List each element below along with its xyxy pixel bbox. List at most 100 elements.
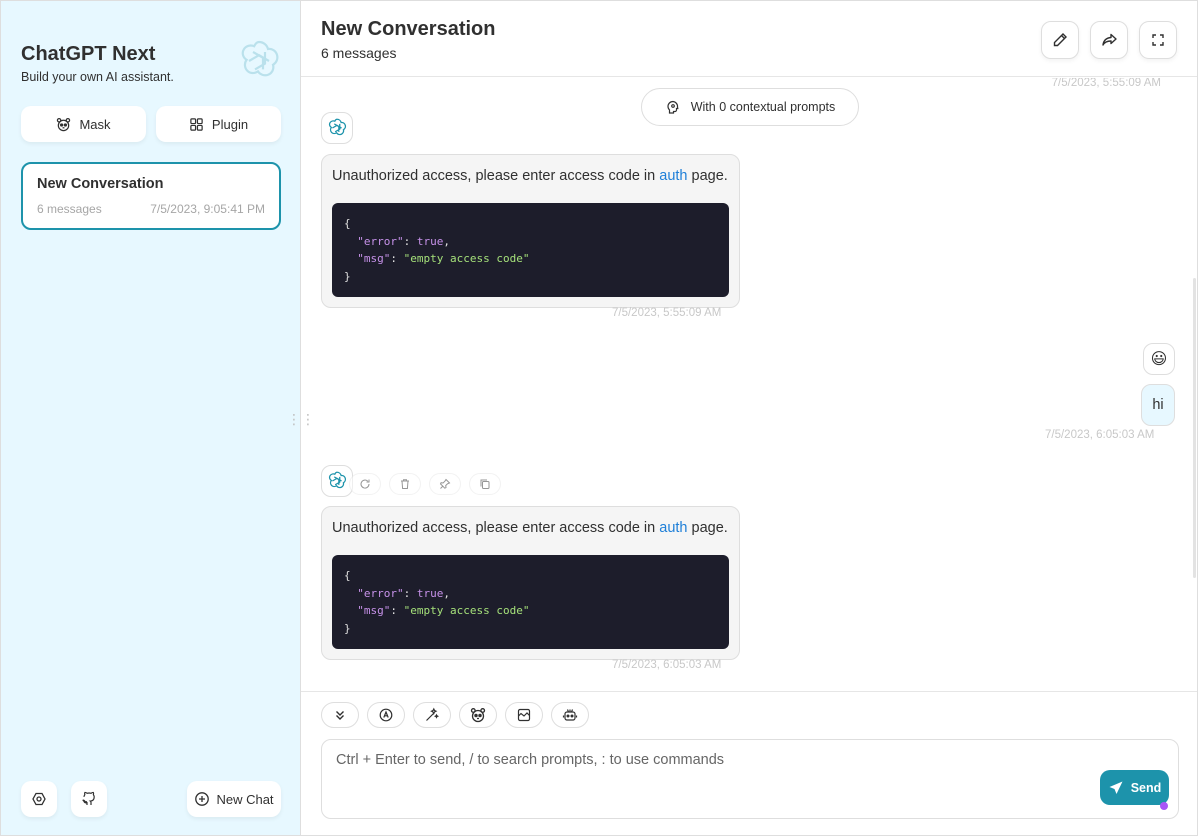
message-count: 6 messages bbox=[321, 45, 397, 61]
pin-button[interactable] bbox=[429, 473, 461, 495]
sidebar-subtitle: Build your own AI assistant. bbox=[21, 70, 174, 84]
context-prompts-button[interactable]: With 0 contextual prompts bbox=[641, 88, 859, 126]
message-text: Unauthorized access, please enter access… bbox=[332, 165, 729, 187]
message-text: hi bbox=[1152, 397, 1164, 413]
message-date: 7/5/2023, 5:55:09 AM bbox=[1051, 78, 1161, 89]
send-icon bbox=[1109, 781, 1123, 794]
code-line: "error": true, bbox=[357, 586, 450, 600]
mask-button-label: Mask bbox=[79, 116, 111, 132]
message-text: Unauthorized access, please enter access… bbox=[332, 517, 729, 539]
page-title[interactable]: New Conversation bbox=[321, 18, 495, 41]
brain-icon bbox=[667, 100, 679, 114]
copy-button[interactable] bbox=[469, 473, 501, 495]
model-button[interactable] bbox=[551, 702, 589, 728]
code-key: "error" bbox=[357, 234, 404, 248]
scroll-bottom-button[interactable] bbox=[321, 702, 359, 728]
code-value: "empty access code" bbox=[403, 252, 530, 265]
delete-icon bbox=[401, 479, 409, 489]
code-line: { bbox=[344, 569, 351, 582]
message-text-start: Unauthorized access, please enter access… bbox=[332, 520, 660, 536]
assistant-message: Unauthorized access, please enter access… bbox=[321, 154, 740, 308]
clear-context-button[interactable] bbox=[505, 702, 543, 728]
prompt-icon bbox=[426, 707, 440, 721]
sidebar: ChatGPT Next Build your own AI assistant… bbox=[1, 1, 315, 835]
copy-icon bbox=[480, 479, 490, 489]
chat-header: New Conversation 6 messages bbox=[301, 1, 1197, 77]
message-list[interactable]: 7/5/2023, 5:55:09 AM With 0 contextual p… bbox=[301, 78, 1197, 690]
code-key: "msg" bbox=[357, 252, 391, 265]
message-text-end: page. bbox=[687, 520, 728, 536]
edit-button[interactable] bbox=[1041, 21, 1079, 59]
header-actions bbox=[1041, 21, 1177, 59]
chat-list-item[interactable]: New Conversation 6 messages 7/5/2023, 9:… bbox=[21, 162, 281, 230]
share-button[interactable] bbox=[1090, 21, 1128, 59]
sidebar-resize-handle[interactable]: ⋮⋮ bbox=[287, 411, 315, 427]
sidebar-footer: New Chat bbox=[21, 781, 281, 817]
code-line: { bbox=[344, 217, 351, 230]
break-icon bbox=[517, 708, 531, 722]
auth-link[interactable]: auth bbox=[659, 520, 687, 536]
code-line: "msg": "empty access code" bbox=[357, 252, 530, 265]
status-dot bbox=[1160, 802, 1168, 810]
mask-tool-button[interactable] bbox=[459, 702, 497, 728]
code-line: } bbox=[344, 269, 351, 283]
theme-button[interactable] bbox=[367, 702, 405, 728]
maximize-button[interactable] bbox=[1139, 21, 1177, 59]
delete-button[interactable] bbox=[389, 473, 421, 495]
assistant-avatar bbox=[321, 112, 353, 144]
github-button[interactable] bbox=[71, 781, 107, 817]
mask-icon bbox=[57, 117, 71, 131]
input-panel: Send bbox=[301, 691, 1197, 835]
github-icon bbox=[82, 791, 95, 805]
chat-item-count: 6 messages bbox=[37, 202, 102, 216]
code-block: { "error": true, "msg": "empty access co… bbox=[332, 203, 729, 297]
user-avatar-emoji: 😃 bbox=[1150, 351, 1168, 368]
new-chat-button[interactable]: New Chat bbox=[187, 781, 281, 817]
code-line: "msg": "empty access code" bbox=[357, 604, 530, 617]
chat-input[interactable] bbox=[321, 739, 1179, 819]
retry-button[interactable] bbox=[349, 473, 381, 495]
user-message: hi bbox=[1141, 384, 1175, 426]
sidebar-title: ChatGPT Next bbox=[21, 43, 156, 65]
context-prompts-label: With 0 contextual prompts bbox=[690, 100, 836, 114]
openai-logo-icon bbox=[328, 118, 347, 136]
maximize-icon bbox=[1152, 34, 1164, 46]
message-actions bbox=[349, 473, 501, 495]
openai-logo-icon bbox=[241, 40, 279, 77]
user-avatar: 😃 bbox=[1143, 343, 1175, 375]
scroll-bottom-icon bbox=[336, 711, 344, 720]
message-date: 7/5/2023, 5:55:09 AM bbox=[612, 307, 722, 319]
plugin-button-label: Plugin bbox=[211, 116, 249, 132]
plugin-button[interactable]: Plugin bbox=[156, 106, 281, 142]
chat-item-title: New Conversation bbox=[37, 176, 164, 192]
settings-icon bbox=[32, 792, 46, 806]
code-value: true bbox=[416, 586, 444, 600]
share-icon bbox=[1102, 33, 1117, 46]
chat-main: New Conversation 6 messages 7/5/2023, 5:… bbox=[301, 1, 1197, 835]
auth-link[interactable]: auth bbox=[659, 168, 687, 184]
send-button[interactable]: Send bbox=[1100, 770, 1169, 805]
chat-item-info: 6 messages 7/5/2023, 9:05:41 PM bbox=[37, 202, 265, 216]
openai-logo-icon bbox=[328, 471, 347, 489]
code-value: "empty access code" bbox=[403, 604, 530, 617]
pin-icon bbox=[439, 478, 451, 489]
scrollbar[interactable] bbox=[1193, 278, 1196, 578]
code-block: { "error": true, "msg": "empty access co… bbox=[332, 555, 729, 649]
code-key: "error" bbox=[357, 586, 404, 600]
message-date: 7/5/2023, 6:05:03 AM bbox=[1045, 429, 1155, 441]
theme-icon bbox=[379, 708, 393, 722]
settings-button[interactable] bbox=[21, 781, 57, 817]
robot-icon bbox=[562, 709, 578, 721]
mask-button[interactable]: Mask bbox=[21, 106, 146, 142]
new-chat-label: New Chat bbox=[216, 791, 274, 807]
code-value: true bbox=[416, 234, 444, 248]
message-date: 7/5/2023, 6:05:03 AM bbox=[612, 659, 722, 671]
message-text-end: page. bbox=[687, 168, 728, 184]
code-line: "error": true, bbox=[357, 234, 450, 248]
add-icon bbox=[195, 792, 210, 806]
edit-icon bbox=[1053, 33, 1067, 47]
prompt-button[interactable] bbox=[413, 702, 451, 728]
chat-item-date: 7/5/2023, 9:05:41 PM bbox=[150, 202, 265, 216]
send-button-label: Send bbox=[1130, 780, 1162, 795]
chat-toolbar bbox=[321, 702, 589, 728]
